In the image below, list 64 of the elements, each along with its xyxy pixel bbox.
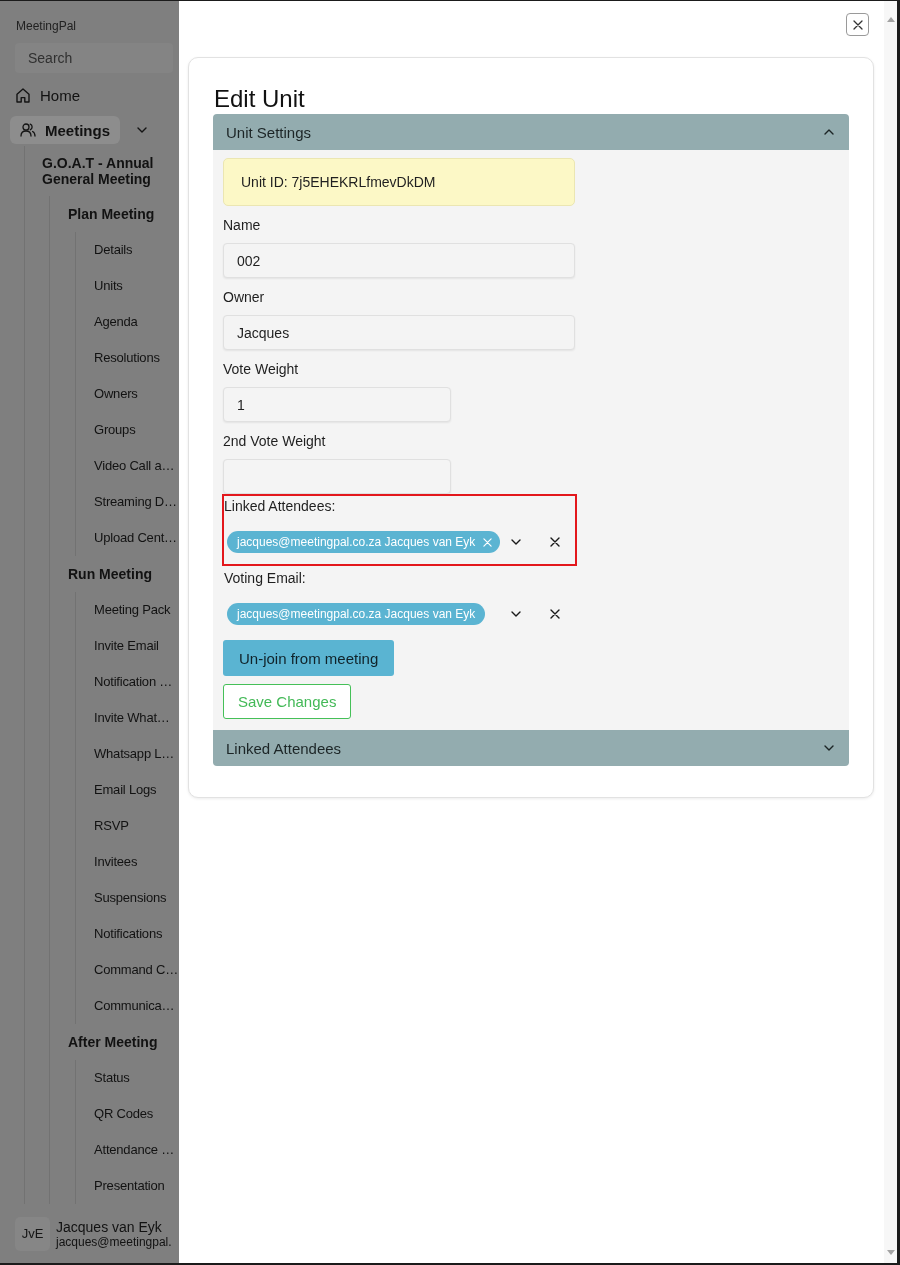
number-input[interactable]	[223, 459, 451, 494]
action-button[interactable]: Un-join from meeting	[223, 640, 395, 676]
nav-item[interactable]: Whatsapp L…	[94, 745, 175, 763]
nav-item[interactable]: Email Logs	[94, 781, 157, 799]
nav-group-item[interactable]: After Meeting	[68, 1034, 158, 1050]
people-icon	[20, 123, 36, 137]
accordion-header[interactable]: Unit Settings	[213, 114, 849, 150]
nav-item[interactable]: Status	[94, 1069, 130, 1087]
field-label: Vote Weight	[223, 360, 299, 379]
nav-item[interactable]: Command C…	[94, 961, 178, 979]
nav-group-item[interactable]: G.O.A.T - Annual General Meeting	[42, 155, 171, 187]
nav-group-item[interactable]: Run Meeting	[68, 566, 152, 582]
nav-item[interactable]: Meeting Pack	[94, 601, 171, 619]
nav-item[interactable]: Upload Cent…	[94, 529, 177, 547]
nav-item[interactable]: Groups	[94, 421, 136, 439]
nav-item[interactable]: Communica…	[94, 997, 175, 1015]
x-icon[interactable]	[550, 609, 560, 619]
user-email: jacques@meetingpal.	[56, 1234, 172, 1249]
nav-item[interactable]: Agenda	[94, 313, 138, 331]
nav-link[interactable]: Meetings	[10, 116, 120, 144]
nav-item[interactable]: QR Codes	[94, 1105, 154, 1123]
field-label: Voting Email:	[224, 569, 306, 588]
text-input[interactable]: 002	[223, 243, 575, 278]
unit-id-banner: Unit ID: 7j5EHEKRLfmevDkDM	[223, 158, 575, 206]
nav-item[interactable]: Suspensions	[94, 889, 167, 907]
text-input[interactable]: Jacques	[223, 315, 575, 350]
nav-item[interactable]: Attendance …	[94, 1141, 174, 1159]
attendee-tag[interactable]: jacques@meetingpal.co.za Jacques van Eyk	[227, 531, 501, 553]
chevron-down-icon[interactable]	[511, 611, 521, 617]
avatar: JvE	[15, 1216, 50, 1251]
nav-item[interactable]: Streaming D…	[94, 493, 177, 511]
app-name: MeetingPal	[16, 18, 77, 34]
nav-item[interactable]: Owners	[94, 385, 138, 403]
chevron-down-icon[interactable]	[511, 539, 521, 545]
x-icon[interactable]	[550, 537, 560, 547]
attendee-tag[interactable]: jacques@meetingpal.co.za Jacques van Eyk	[227, 603, 486, 625]
chevron-down-icon	[824, 745, 834, 751]
action-button[interactable]: Save Changes	[223, 684, 352, 719]
chevron-up-icon	[824, 129, 834, 135]
nav-item[interactable]: RSVP	[94, 817, 129, 835]
nav-group-item[interactable]: Plan Meeting	[68, 206, 155, 222]
home-icon	[16, 87, 30, 103]
close-button[interactable]	[846, 13, 869, 36]
accordion-header[interactable]: Linked Attendees	[213, 730, 849, 766]
nav-item[interactable]: Notifications	[94, 925, 163, 943]
number-input[interactable]: 1	[223, 387, 451, 422]
field-label: Linked Attendees:	[224, 497, 336, 516]
nav-item[interactable]: Video Call a…	[94, 457, 175, 475]
nav-item[interactable]: Invitees	[94, 853, 138, 871]
field-label: 2nd Vote Weight	[223, 432, 326, 451]
nav-item[interactable]: Details	[94, 241, 133, 259]
field-label: Owner	[223, 288, 265, 307]
nav-item[interactable]: Presentation	[94, 1177, 165, 1195]
nav-item[interactable]: Invite Email	[94, 637, 159, 655]
search-field[interactable]: Search	[15, 43, 173, 73]
nav-item[interactable]: Resolutions	[94, 349, 160, 367]
user-name: Jacques van Eyk	[56, 1218, 162, 1235]
nav-item[interactable]: Invite What…	[94, 709, 170, 727]
nav-link[interactable]: Home	[16, 79, 80, 111]
field-label: Name	[223, 216, 261, 235]
nav-item[interactable]: Notification …	[94, 673, 173, 691]
dialog-title: Edit Unit	[214, 84, 305, 114]
close-icon	[852, 19, 863, 30]
nav-item[interactable]: Units	[94, 277, 123, 295]
